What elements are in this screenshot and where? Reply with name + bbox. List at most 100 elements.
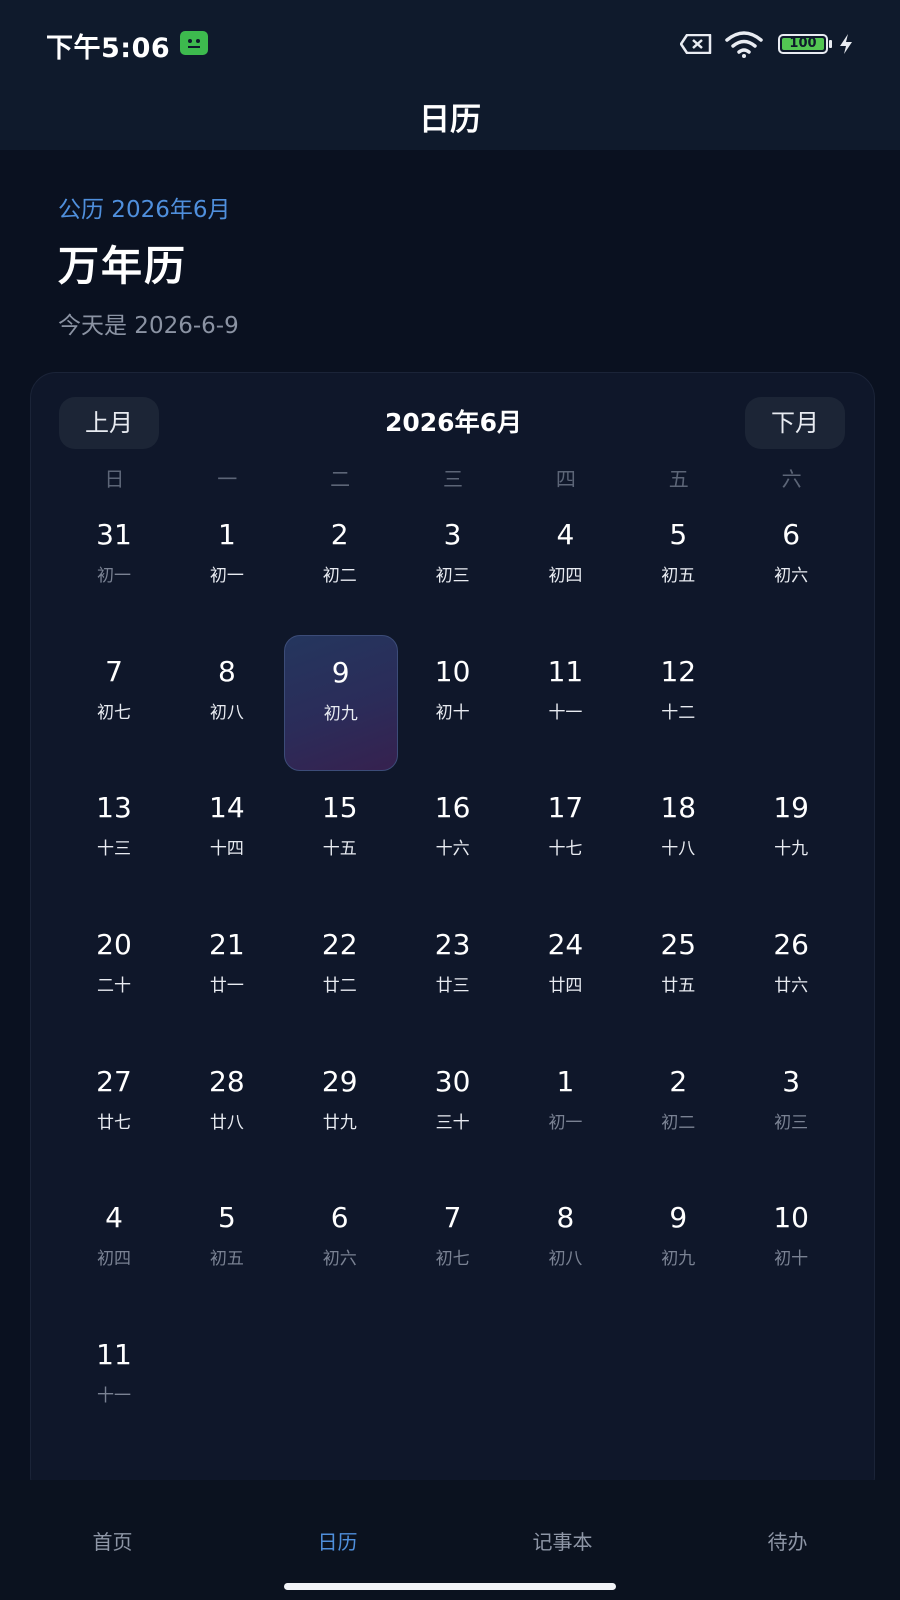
lunar-date: 初八: [209, 702, 244, 723]
day-cell[interactable]: 18 十八: [622, 771, 735, 908]
day-cell-content: 22 廿二: [286, 920, 394, 1030]
day-cell-content: 21 廿一: [173, 920, 281, 1030]
weekday-label: 四: [555, 467, 576, 491]
day-cell[interactable]: 10 初十: [735, 1181, 848, 1318]
day-cell[interactable]: 28 廿八: [171, 1045, 284, 1182]
calendar-week-row: 7 初七 8 初八 9 初九 10 初十 11 十一 12 十二: [58, 634, 848, 772]
day-number: 12: [660, 654, 697, 688]
day-cell[interactable]: 9 初九: [622, 1181, 735, 1318]
tab-calendar[interactable]: 日历: [225, 1526, 450, 1555]
day-number: 7: [443, 1201, 462, 1235]
day-number: 10: [773, 1201, 809, 1235]
day-cell[interactable]: 4 初四: [58, 1181, 171, 1318]
weekday-label: 二: [330, 467, 351, 491]
day-cell[interactable]: 3 初三: [397, 498, 510, 635]
calendar-week-row: 31 初一 1 初一 2 初二 3 初三 4 初四 5 初五 6 初六: [58, 498, 848, 635]
lunar-date: 二十: [97, 976, 131, 997]
lunar-date: 十七: [548, 839, 583, 860]
lunar-date: 廿六: [774, 976, 809, 997]
day-number: 8: [556, 1201, 575, 1235]
day-cell[interactable]: 5 初五: [622, 498, 735, 635]
no-sim-icon: [680, 34, 712, 54]
day-cell[interactable]: 1 初一: [509, 1045, 622, 1182]
day-cell[interactable]: 21 廿一: [171, 908, 284, 1045]
day-number: 2: [330, 518, 349, 551]
lunar-date: 十一: [97, 1386, 131, 1407]
day-cell[interactable]: 11 十一: [509, 635, 622, 772]
tab-todo[interactable]: 待办: [675, 1526, 900, 1555]
day-number: 7: [105, 654, 123, 688]
calendar-week-row: 11 十一: [58, 1318, 848, 1455]
day-cell[interactable]: 29 廿九: [284, 1045, 397, 1182]
calendar-header: 公历 2026年6月 万年历 今天是 2026-6-9: [58, 190, 239, 340]
day-cell[interactable]: 2 初二: [622, 1045, 735, 1182]
weekday-label: 六: [781, 467, 802, 491]
day-cell-content: 6 初六: [737, 510, 845, 620]
lunar-date: 三十: [435, 1112, 470, 1133]
day-cell[interactable]: 22 廿二: [284, 908, 397, 1045]
day-number: 9: [669, 1201, 688, 1235]
weekday-label: 五: [668, 467, 689, 491]
lunar-date: 十三: [97, 839, 131, 860]
day-cell[interactable]: 11 十一: [58, 1318, 171, 1455]
day-cell[interactable]: 5 初五: [171, 1181, 284, 1318]
lunar-date: 十五: [322, 839, 357, 860]
day-cell-content: 9 初九: [624, 1193, 732, 1303]
day-cell[interactable]: 14 十四: [171, 771, 284, 908]
lunar-date: 初二: [322, 566, 357, 586]
day-number: 9: [331, 655, 350, 689]
day-cell[interactable]: 27 廿七: [58, 1045, 171, 1182]
day-cell[interactable]: 10 初十: [397, 635, 510, 772]
day-cell[interactable]: 31 初一: [58, 498, 171, 635]
day-cell[interactable]: 19 十九: [735, 771, 848, 908]
day-number: 8: [217, 654, 236, 688]
day-cell[interactable]: 30 三十: [397, 1045, 510, 1182]
lunar-date: 廿一: [209, 976, 244, 997]
lunar-date: 初八: [548, 1249, 583, 1270]
day-cell[interactable]: 4 初四: [509, 498, 622, 635]
home-indicator[interactable]: [284, 1583, 616, 1590]
day-cell[interactable]: 12 十二: [622, 635, 735, 772]
lunar-date: 十九: [774, 839, 809, 860]
tab-notebook[interactable]: 记事本: [450, 1526, 675, 1555]
day-cell[interactable]: 6 初六: [284, 1181, 397, 1318]
day-number: 30: [434, 1064, 471, 1098]
day-cell[interactable]: 25 廿五: [622, 908, 735, 1045]
tab-home[interactable]: 首页: [0, 1526, 225, 1555]
day-cell[interactable]: 1 初一: [171, 498, 284, 635]
day-cell[interactable]: 8 初八: [171, 635, 284, 772]
battery-cap: [829, 40, 832, 48]
day-number: 25: [660, 928, 697, 962]
status-time: 下午5:06: [46, 33, 171, 64]
day-cell-selected[interactable]: 9 初九: [283, 634, 398, 772]
day-cell-content: 16 十六: [399, 783, 507, 893]
day-cell-content: 5 初五: [173, 1193, 281, 1303]
android-debug-icon: [180, 31, 208, 55]
day-cell-content: 3 初三: [737, 1057, 845, 1167]
weekday-label: 三: [443, 467, 463, 491]
day-cell[interactable]: 2 初二: [284, 498, 397, 635]
lunar-date: 廿七: [97, 1112, 131, 1133]
day-cell[interactable]: 8 初八: [509, 1181, 622, 1318]
day-cell[interactable]: 17 十七: [509, 771, 622, 908]
calendar-week-row: 27 廿七 28 廿八 29 廿九 30 三十 1 初一 2 初二 3 初三: [58, 1045, 848, 1182]
day-cell[interactable]: 24 廿四: [509, 908, 622, 1045]
day-cell-content: 18 十八: [624, 783, 732, 893]
day-number: 17: [547, 791, 584, 825]
day-cell[interactable]: 3 初三: [735, 1045, 848, 1182]
day-cell[interactable]: 23 廿三: [397, 908, 510, 1045]
day-cell[interactable]: 6 初六: [735, 498, 848, 635]
day-number: 4: [105, 1201, 123, 1235]
lunar-date: 十六: [435, 839, 470, 860]
next-month-button[interactable]: 下月: [745, 397, 845, 449]
day-cell[interactable]: 15 十五: [284, 771, 397, 908]
day-cell[interactable]: 7 初七: [397, 1181, 510, 1318]
day-cell[interactable]: 26 廿六: [735, 908, 848, 1045]
weekday-label: 日: [104, 467, 125, 491]
day-cell[interactable]: 7 初七: [58, 635, 171, 772]
day-cell[interactable]: 13 十三: [58, 771, 171, 908]
lunar-date: 初七: [435, 1249, 470, 1270]
day-cell[interactable]: 16 十六: [397, 771, 510, 908]
day-cell-content: 7 初七: [60, 647, 168, 757]
day-cell[interactable]: 20 二十: [58, 908, 171, 1045]
